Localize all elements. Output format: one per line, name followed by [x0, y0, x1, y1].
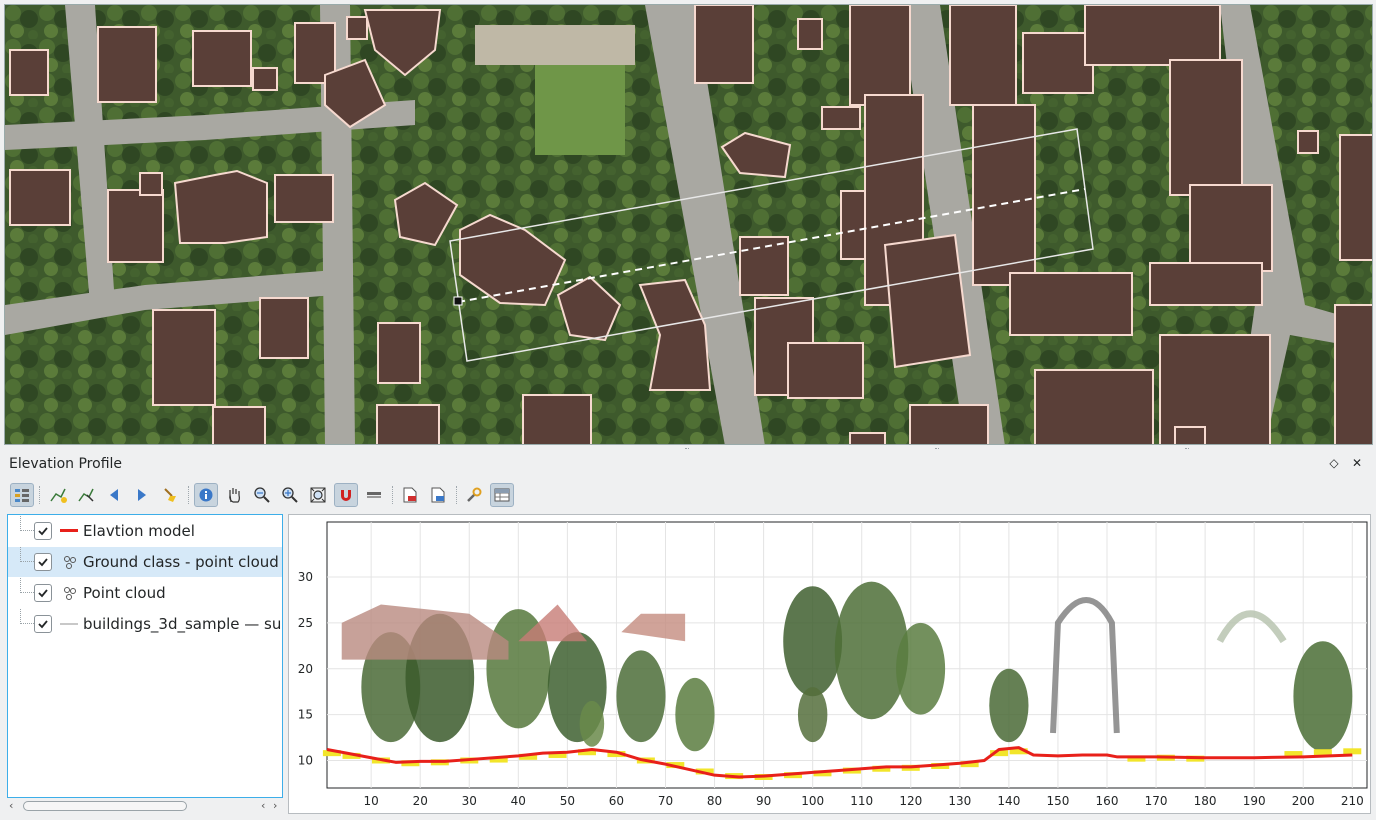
snapping-icon[interactable] [334, 483, 358, 507]
export-pdf-icon[interactable] [398, 483, 422, 507]
layer-checkbox[interactable] [34, 522, 52, 540]
layer-label: buildings_3d_sample — su [83, 615, 282, 633]
x-tick-label: 170 [1145, 794, 1168, 808]
x-tick-label: 210 [1341, 794, 1364, 808]
identify-icon[interactable] [194, 483, 218, 507]
nudge-right-icon[interactable] [130, 483, 154, 507]
x-tick-label: 100 [801, 794, 824, 808]
x-tick-label: 150 [1046, 794, 1069, 808]
pan-icon[interactable] [222, 483, 246, 507]
layer-tree-icon[interactable] [10, 483, 34, 507]
elevation-profile-chart[interactable]: 10 20 30 40 50 60 70 80 90 100 110 120 130 140 150 160 1… [288, 514, 1371, 814]
layer-row-elevation-model[interactable]: Elavtion model [8, 516, 282, 546]
x-tick-label: 130 [948, 794, 971, 808]
scroll-left-icon[interactable]: ‹ [9, 799, 13, 812]
close-icon[interactable]: ✕ [1350, 455, 1364, 471]
x-tick-label: 200 [1292, 794, 1315, 808]
y-tick-label: 30 [298, 570, 313, 584]
layer-row-buildings[interactable]: buildings_3d_sample — su [8, 609, 282, 639]
x-tick-label: 80 [707, 794, 722, 808]
zoom-x-icon[interactable] [250, 483, 274, 507]
zoom-full-icon[interactable] [306, 483, 330, 507]
x-tick-label: 70 [658, 794, 673, 808]
layer-label: Point cloud [83, 584, 166, 602]
layer-checkbox[interactable] [34, 615, 52, 633]
point-cloud-icon [60, 554, 80, 570]
profile-toolbar [8, 482, 1368, 510]
y-tick-label: 15 [298, 708, 313, 722]
nudge-left-icon[interactable] [102, 483, 126, 507]
layer-label: Ground class - point cloud [83, 553, 279, 571]
scroll-right-icon[interactable]: › [273, 799, 277, 812]
x-tick-label: 180 [1194, 794, 1217, 808]
map-canvas[interactable] [4, 4, 1373, 445]
scroll-thumb[interactable] [23, 801, 187, 811]
ground-point-mark [1313, 749, 1332, 756]
x-tick-label: 20 [413, 794, 428, 808]
x-tick-label: 30 [462, 794, 477, 808]
layer-checkbox[interactable] [34, 553, 52, 571]
layer-checkbox[interactable] [34, 584, 52, 602]
capture-from-feature-icon[interactable] [74, 483, 98, 507]
x-tick-label: 50 [560, 794, 575, 808]
capture-curve-icon[interactable] [46, 483, 70, 507]
measure-icon[interactable] [362, 483, 386, 507]
x-tick-label: 140 [997, 794, 1020, 808]
table-icon[interactable] [490, 483, 514, 507]
y-tick-label: 20 [298, 662, 313, 676]
x-tick-label: 120 [899, 794, 922, 808]
layer-row-ground-class[interactable]: Ground class - point cloud [8, 547, 282, 577]
red-line-symbol-icon [60, 523, 80, 539]
x-tick-label: 40 [511, 794, 526, 808]
export-image-icon[interactable] [426, 483, 450, 507]
x-tick-label: 90 [756, 794, 771, 808]
scroll-left-icon[interactable]: ‹ [261, 799, 265, 812]
point-cloud-icon [60, 585, 80, 601]
layer-tree-scrollbar[interactable]: ‹ ‹ › [7, 798, 283, 814]
layer-label: Elavtion model [83, 522, 195, 540]
layer-row-point-cloud[interactable]: Point cloud [8, 578, 282, 608]
panel-splitter[interactable] [0, 446, 1376, 453]
x-tick-label: 10 [364, 794, 379, 808]
float-dock-icon[interactable]: ◇ [1327, 455, 1341, 471]
y-tick-label: 10 [298, 753, 313, 767]
x-tick-label: 190 [1243, 794, 1266, 808]
y-tick-label: 25 [298, 616, 313, 630]
settings-wrench-icon[interactable] [462, 483, 486, 507]
ground-point-mark [1343, 748, 1362, 755]
zoom-icon[interactable] [278, 483, 302, 507]
x-tick-label: 160 [1096, 794, 1119, 808]
clear-icon[interactable] [158, 483, 182, 507]
x-tick-label: 60 [609, 794, 624, 808]
x-tick-label: 110 [850, 794, 873, 808]
profile-layer-tree[interactable]: Elavtion model Ground class - point clou… [7, 514, 283, 798]
grey-line-symbol-icon [60, 616, 80, 632]
dock-title: Elevation Profile [9, 456, 123, 472]
